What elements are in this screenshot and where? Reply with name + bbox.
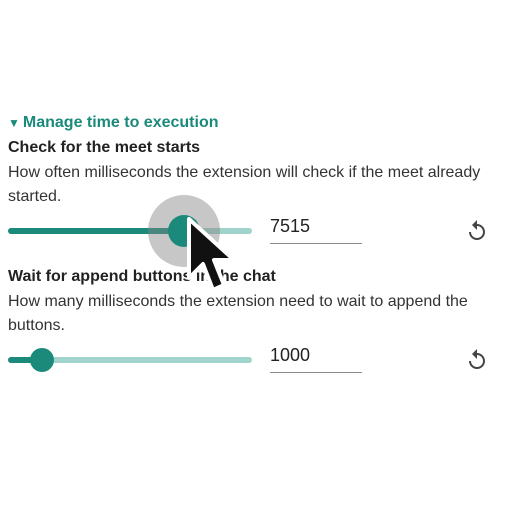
append-wait-value-field[interactable]: 1000 xyxy=(270,344,362,373)
append-wait-slider[interactable] xyxy=(8,348,252,372)
manage-time-section-toggle[interactable]: ▼ Manage time to execution xyxy=(8,114,218,132)
meet-check-slider[interactable] xyxy=(8,195,252,267)
section-label: Manage time to execution xyxy=(22,114,219,131)
triangle-down-icon: ▼ xyxy=(8,116,20,130)
reset-icon[interactable] xyxy=(465,219,489,243)
setting-description-meet-check: How often milliseconds the extension wil… xyxy=(8,164,481,205)
setting-title-meet-check: Check for the meet starts xyxy=(8,139,201,156)
slider-thumb[interactable] xyxy=(167,215,200,247)
meet-check-value-field[interactable]: 7515 xyxy=(270,215,362,244)
reset-icon[interactable] xyxy=(465,348,489,372)
setting-description-append-wait: How many milliseconds the extension need… xyxy=(8,293,468,334)
setting-title-append-wait: Wait for append buttons in the chat xyxy=(8,268,276,285)
slider-thumb[interactable] xyxy=(30,348,55,372)
